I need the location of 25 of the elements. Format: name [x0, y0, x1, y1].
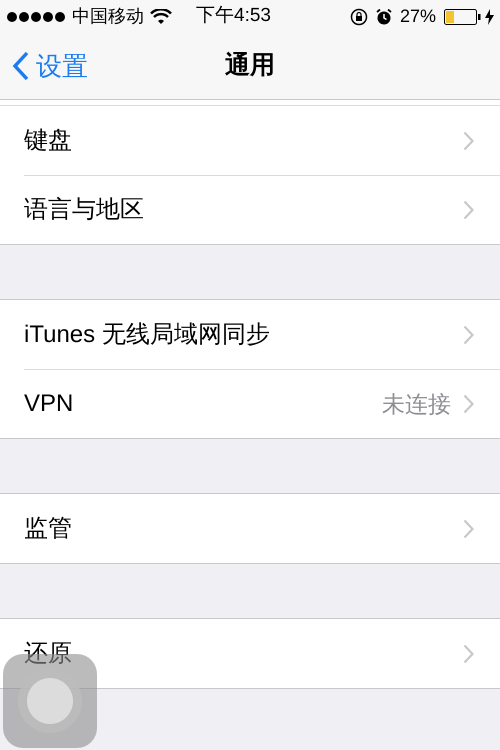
row-value: 未连接 [382, 390, 451, 419]
chevron-icon [463, 324, 474, 344]
carrier-name: 中国移动 [72, 5, 144, 28]
battery-percent: 27% [400, 5, 436, 28]
chevron-icon [463, 130, 474, 150]
chevron-icon [463, 394, 474, 414]
row-label: 监管 [24, 514, 72, 544]
battery-icon [444, 8, 482, 24]
status-time: 下午4:53 [196, 4, 272, 28]
row-label: VPN [24, 389, 74, 419]
row-label: 键盘 [24, 126, 72, 156]
chevron-icon [463, 200, 474, 220]
rotation-lock-icon [350, 8, 368, 26]
chevron-icon [463, 518, 474, 538]
back-button[interactable]: 设置 [0, 46, 88, 86]
back-chevron-icon [12, 51, 30, 81]
alarm-icon [376, 8, 392, 24]
wifi-icon [150, 8, 172, 24]
row-label: iTunes 无线局域网同步 [24, 320, 270, 350]
charging-icon [485, 8, 494, 24]
row-label: 还原 [24, 638, 72, 668]
chevron-icon [463, 644, 474, 664]
signal-icon [6, 10, 66, 22]
screen-title: 通用 [225, 50, 275, 82]
row-label: 语言与地区 [24, 195, 144, 225]
